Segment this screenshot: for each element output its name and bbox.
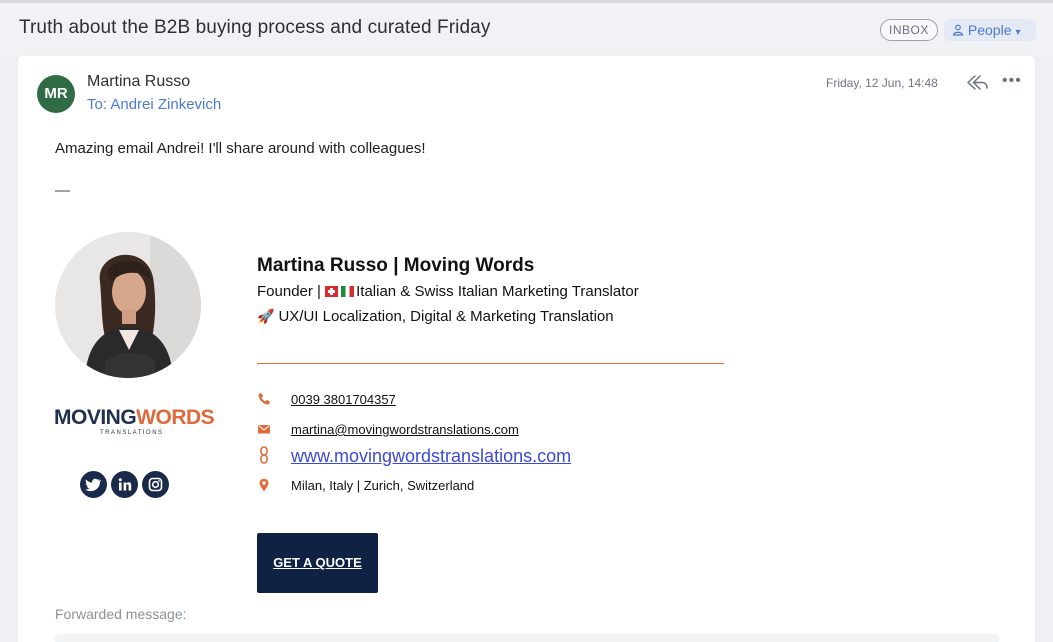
signature-divider [257,363,724,364]
signature-role: Founder | Italian & Swiss Italian Market… [257,283,639,300]
email-link[interactable]: martina@movingwordstranslations.com [291,422,519,437]
social-links [80,471,173,503]
phone-icon [258,393,270,405]
people-button[interactable]: People ▾ [944,19,1036,41]
profile-photo [55,232,201,378]
email-subject: Truth about the B2B buying process and c… [19,17,491,38]
instagram-icon[interactable] [142,471,169,498]
people-label: People [967,22,1012,38]
get-a-quote-button[interactable]: GET A QUOTE [257,533,378,593]
email-card: MR Martina Russo To: Andrei Zinkevich Fr… [18,56,1035,642]
message-date: Friday, 12 Jun, 14:48 [826,76,938,90]
rocket-icon: 🚀 [257,308,275,324]
signature-name: Martina Russo | Moving Words [257,255,535,276]
chevron-down-icon: ▾ [1015,27,1021,38]
location-text: Milan, Italy | Zurich, Switzerland [291,478,475,493]
reply-all-icon[interactable] [966,73,990,93]
subject-bar: Truth about the B2B buying process and c… [0,0,1053,56]
sender-name[interactable]: Martina Russo [87,73,190,91]
avatar[interactable]: MR [37,75,75,113]
location-pin-icon [259,478,269,492]
message-body: Amazing email Andrei! I'll share around … [55,140,426,157]
forwarded-label: Forwarded message: [55,606,187,622]
envelope-icon [258,425,270,434]
twitter-icon[interactable] [80,471,107,498]
italian-flag-icon [341,286,355,297]
recipient-line[interactable]: To: Andrei Zinkevich [87,96,221,113]
more-options-icon[interactable]: ••• [1002,72,1022,89]
linkedin-icon[interactable] [111,471,138,498]
link-icon [260,446,268,464]
phone-link[interactable]: 0039 3801704357 [291,392,396,407]
signature-tagline: 🚀 UX/UI Localization, Digital & Marketing… [257,308,614,325]
website-link[interactable]: www.movingwordstranslations.com [291,446,571,467]
person-icon [952,24,964,36]
forwarded-message-box[interactable] [55,634,999,642]
swiss-flag-icon [325,286,339,297]
signature-separator: — [55,182,70,199]
inbox-badge[interactable]: INBOX [880,19,938,41]
moving-words-logo: MOVINGWORDS TRANSLATIONS [54,406,215,436]
